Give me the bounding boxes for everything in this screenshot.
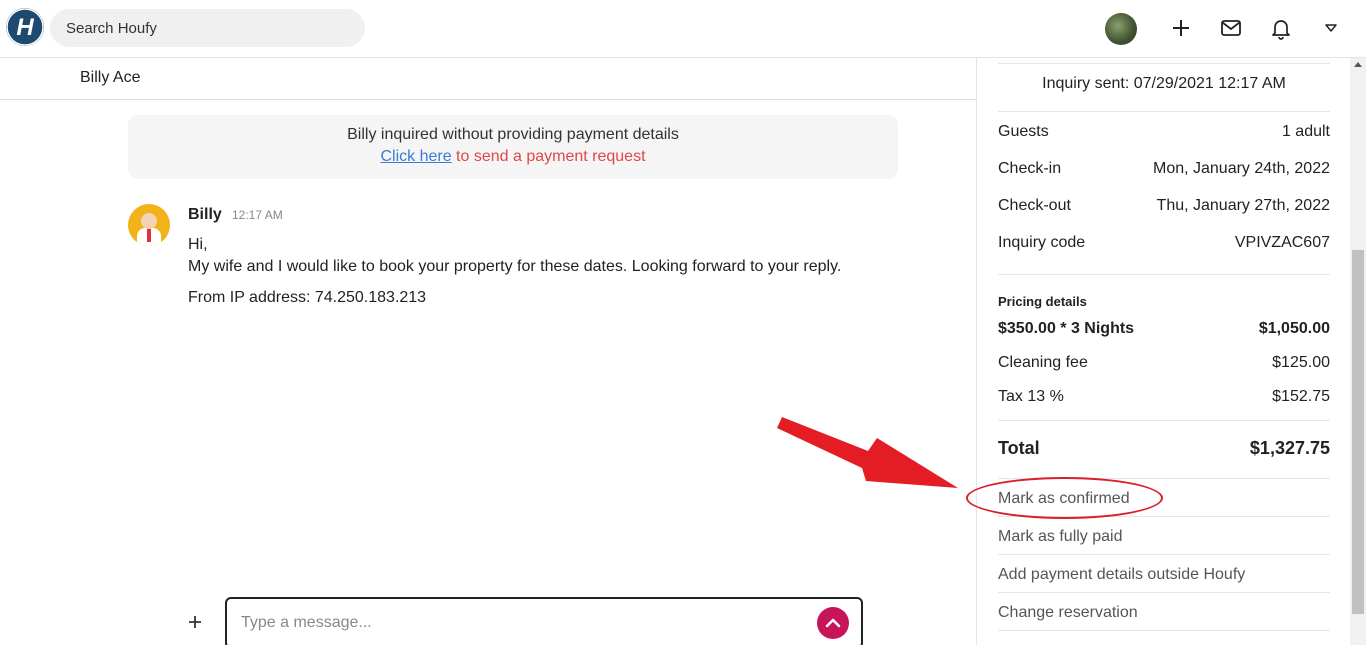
send-button[interactable] (817, 607, 849, 639)
change-reservation-link[interactable]: Change reservation (998, 604, 1330, 626)
payment-request-link[interactable]: Click here (380, 148, 451, 165)
svg-text:H: H (16, 14, 34, 41)
attach-plus-icon[interactable] (183, 610, 207, 634)
inquiry-sent: Inquiry sent: 07/29/2021 12:17 AM (1042, 75, 1286, 92)
message-time: 12:17 AM (232, 208, 283, 222)
detail-row-inquiry-code: Inquiry code VPIVZAC607 (998, 234, 1330, 251)
scroll-thumb[interactable] (1352, 250, 1364, 614)
plus-icon[interactable] (1169, 16, 1193, 40)
mail-icon[interactable] (1219, 16, 1243, 40)
payment-notice: Billy inquired without providing payment… (128, 115, 898, 179)
search-box[interactable]: Search Houfy (50, 9, 365, 47)
houfy-logo[interactable]: H (6, 8, 44, 46)
notice-link-suffix: to send a payment request (451, 148, 646, 165)
mark-as-fully-paid-link[interactable]: Mark as fully paid (998, 528, 1330, 550)
top-bar: H Search Houfy (0, 0, 1366, 58)
detail-row-guests: Guests 1 adult (998, 123, 1330, 140)
detail-row-check-in: Check-in Mon, January 24th, 2022 (998, 160, 1330, 177)
user-avatar[interactable] (1105, 13, 1137, 45)
message-input[interactable] (241, 611, 801, 635)
sender-avatar[interactable] (128, 204, 170, 246)
bell-icon[interactable] (1269, 16, 1293, 40)
contact-name: Billy Ace (80, 69, 141, 86)
notice-text: Billy inquired without providing payment… (347, 126, 679, 143)
mark-as-confirmed-link[interactable]: Mark as confirmed (998, 490, 1330, 512)
chevron-up-icon (825, 618, 841, 628)
total-row: Total $1,327.75 (998, 438, 1330, 458)
pricing-row-tax: Tax 13 % $152.75 (998, 388, 1330, 405)
search-placeholder: Search Houfy (66, 20, 157, 37)
message-composer (225, 597, 863, 645)
sender-name: Billy (188, 206, 222, 223)
houfy-logo-icon: H (6, 8, 44, 46)
message-line: My wife and I would like to book your pr… (188, 258, 842, 275)
caret-down-icon[interactable] (1319, 16, 1343, 40)
add-payment-details-link[interactable]: Add payment details outside Houfy (998, 566, 1330, 588)
message-line: Hi, (188, 236, 208, 253)
ip-address: From IP address: 74.250.183.213 (188, 289, 427, 306)
pricing-row-cleaning-fee: Cleaning fee $125.00 (998, 354, 1330, 371)
reservation-panel: Inquiry sent: 07/29/2021 12:17 AM Guests… (976, 58, 1350, 645)
scroll-up-icon[interactable] (1354, 62, 1362, 67)
pricing-details-label: Pricing details (998, 294, 1087, 309)
conversation-header: Billy Ace (0, 58, 976, 100)
message-body: Hi, My wife and I would like to book you… (188, 234, 841, 278)
detail-row-check-out: Check-out Thu, January 27th, 2022 (998, 197, 1330, 214)
pricing-row-nights: $350.00 * 3 Nights $1,050.00 (998, 320, 1330, 337)
panel-scrollbar[interactable] (1350, 58, 1366, 645)
